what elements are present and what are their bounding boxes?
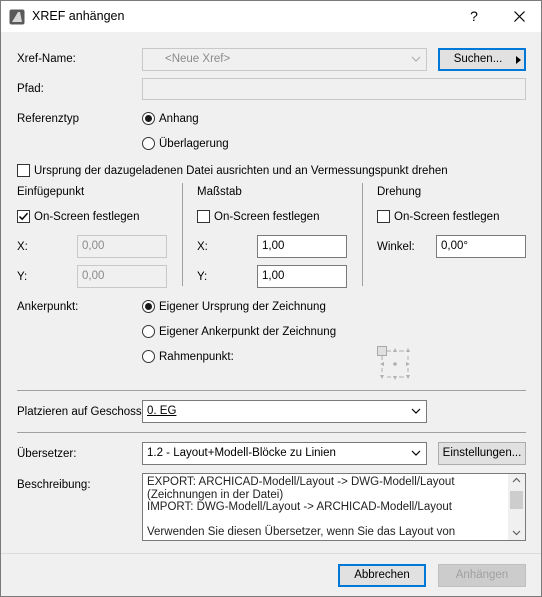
description-line: EXPORT: ARCHICAD-Modell/Layout -> DWG-Mo… xyxy=(147,476,455,488)
window-title: XREF anhängen xyxy=(32,9,125,23)
radio-frame-point[interactable] xyxy=(142,350,155,363)
rotation-onscreen-label[interactable]: On-Screen festlegen xyxy=(394,211,499,223)
radio-attach-label[interactable]: Anhang xyxy=(159,113,199,125)
chevron-down-icon xyxy=(411,56,421,62)
close-button[interactable] xyxy=(499,1,539,32)
scroll-down-icon[interactable] xyxy=(512,530,521,536)
triangle-right-icon xyxy=(516,56,521,64)
radio-own-origin[interactable] xyxy=(142,300,155,313)
help-button[interactable]: ? xyxy=(454,1,494,32)
section-separator xyxy=(17,390,526,391)
cancel-button[interactable]: Abbrechen xyxy=(338,564,426,587)
title-bar: XREF anhängen ? xyxy=(1,1,541,32)
search-button-label: Suchen... xyxy=(453,53,503,65)
reference-type-label: Referenztyp xyxy=(17,113,80,125)
story-select[interactable]: 0. EG xyxy=(142,400,427,423)
insert-y-label: Y: xyxy=(17,271,28,283)
insert-y-field: 0,00 xyxy=(77,265,167,288)
path-field xyxy=(142,78,526,100)
radio-own-origin-label[interactable]: Eigener Ursprung der Zeichnung xyxy=(159,301,326,313)
anchor-point-label: Ankerpunkt: xyxy=(17,301,79,313)
close-icon xyxy=(513,11,525,22)
place-on-story-label: Platzieren auf Geschoss xyxy=(17,406,142,418)
scale-x-field[interactable]: 1,00 xyxy=(257,235,347,258)
xref-name-label: Xref-Name: xyxy=(17,53,76,65)
angle-field[interactable]: 0,00° xyxy=(436,235,526,258)
column-divider xyxy=(362,183,363,286)
footer-separator xyxy=(1,553,541,554)
radio-own-anchor-label[interactable]: Eigener Ankerpunkt der Zeichnung xyxy=(159,326,336,338)
scale-onscreen-checkbox[interactable] xyxy=(197,210,210,223)
description-line: (Zeichnungen in der Datei) xyxy=(147,488,284,501)
scroll-thumb[interactable] xyxy=(510,491,523,509)
translator-settings-button[interactable]: Einstellungen... xyxy=(438,442,526,465)
description-box[interactable]: EXPORT: ARCHICAD-Modell/Layout -> DWG-Mo… xyxy=(142,473,526,541)
insert-x-label: X: xyxy=(17,241,28,253)
checkmark-icon xyxy=(18,212,29,221)
radio-frame-point-label[interactable]: Rahmenpunkt: xyxy=(159,351,234,363)
archicad-app-icon xyxy=(9,9,25,25)
scale-onscreen-label[interactable]: On-Screen festlegen xyxy=(214,211,319,223)
insert-point-heading: Einfügepunkt xyxy=(17,186,85,198)
scroll-up-icon[interactable] xyxy=(512,477,521,483)
scale-y-label: Y: xyxy=(197,271,208,283)
align-origin-label[interactable]: Ursprung der dazugeladenen Datei ausrich… xyxy=(34,165,448,177)
story-select-value: 0. EG xyxy=(147,405,177,417)
search-button[interactable]: Suchen... xyxy=(438,48,526,71)
description-label: Beschreibung: xyxy=(17,479,91,491)
radio-overlay[interactable] xyxy=(142,137,155,150)
translator-select[interactable]: 1.2 - Layout+Modell-Blöcke zu Linien xyxy=(142,442,427,465)
chevron-down-icon xyxy=(411,450,421,456)
translator-label: Übersetzer: xyxy=(17,448,77,460)
insert-x-field: 0,00 xyxy=(77,235,167,258)
rotation-onscreen-checkbox[interactable] xyxy=(377,210,390,223)
description-scrollbar[interactable] xyxy=(508,474,525,540)
translator-select-value: 1.2 - Layout+Modell-Blöcke zu Linien xyxy=(147,447,336,459)
xref-dialog: XREF anhängen ? Xref-Name: <Neue Xref> S… xyxy=(0,0,542,597)
radio-overlay-label[interactable]: Überlagerung xyxy=(159,138,229,150)
xref-name-combo[interactable]: <Neue Xref> xyxy=(142,48,427,71)
radio-own-anchor[interactable] xyxy=(142,325,155,338)
align-origin-checkbox[interactable] xyxy=(17,164,30,177)
scale-heading: Maßstab xyxy=(197,186,242,198)
rotation-heading: Drehung xyxy=(377,186,422,198)
attach-button[interactable]: Anhängen xyxy=(438,564,526,587)
anchor-point-grid-icon[interactable] xyxy=(377,346,413,382)
description-line: IMPORT: DWG-Modell/Layout -> ARCHICAD-Mo… xyxy=(147,501,452,513)
description-line: Verwenden Sie diesen Übersetzer, wenn Si… xyxy=(147,526,456,538)
path-label: Pfad: xyxy=(17,83,44,95)
description-line xyxy=(147,514,505,527)
chevron-down-icon xyxy=(411,408,421,414)
section-separator xyxy=(17,432,526,433)
scale-y-field[interactable]: 1,00 xyxy=(257,265,347,288)
angle-label: Winkel: xyxy=(377,241,415,253)
insert-onscreen-checkbox[interactable] xyxy=(17,210,30,223)
scale-x-label: X: xyxy=(197,241,208,253)
xref-name-placeholder: <Neue Xref> xyxy=(165,53,231,65)
radio-attach[interactable] xyxy=(142,112,155,125)
column-divider xyxy=(182,183,183,286)
insert-onscreen-label[interactable]: On-Screen festlegen xyxy=(34,211,139,223)
